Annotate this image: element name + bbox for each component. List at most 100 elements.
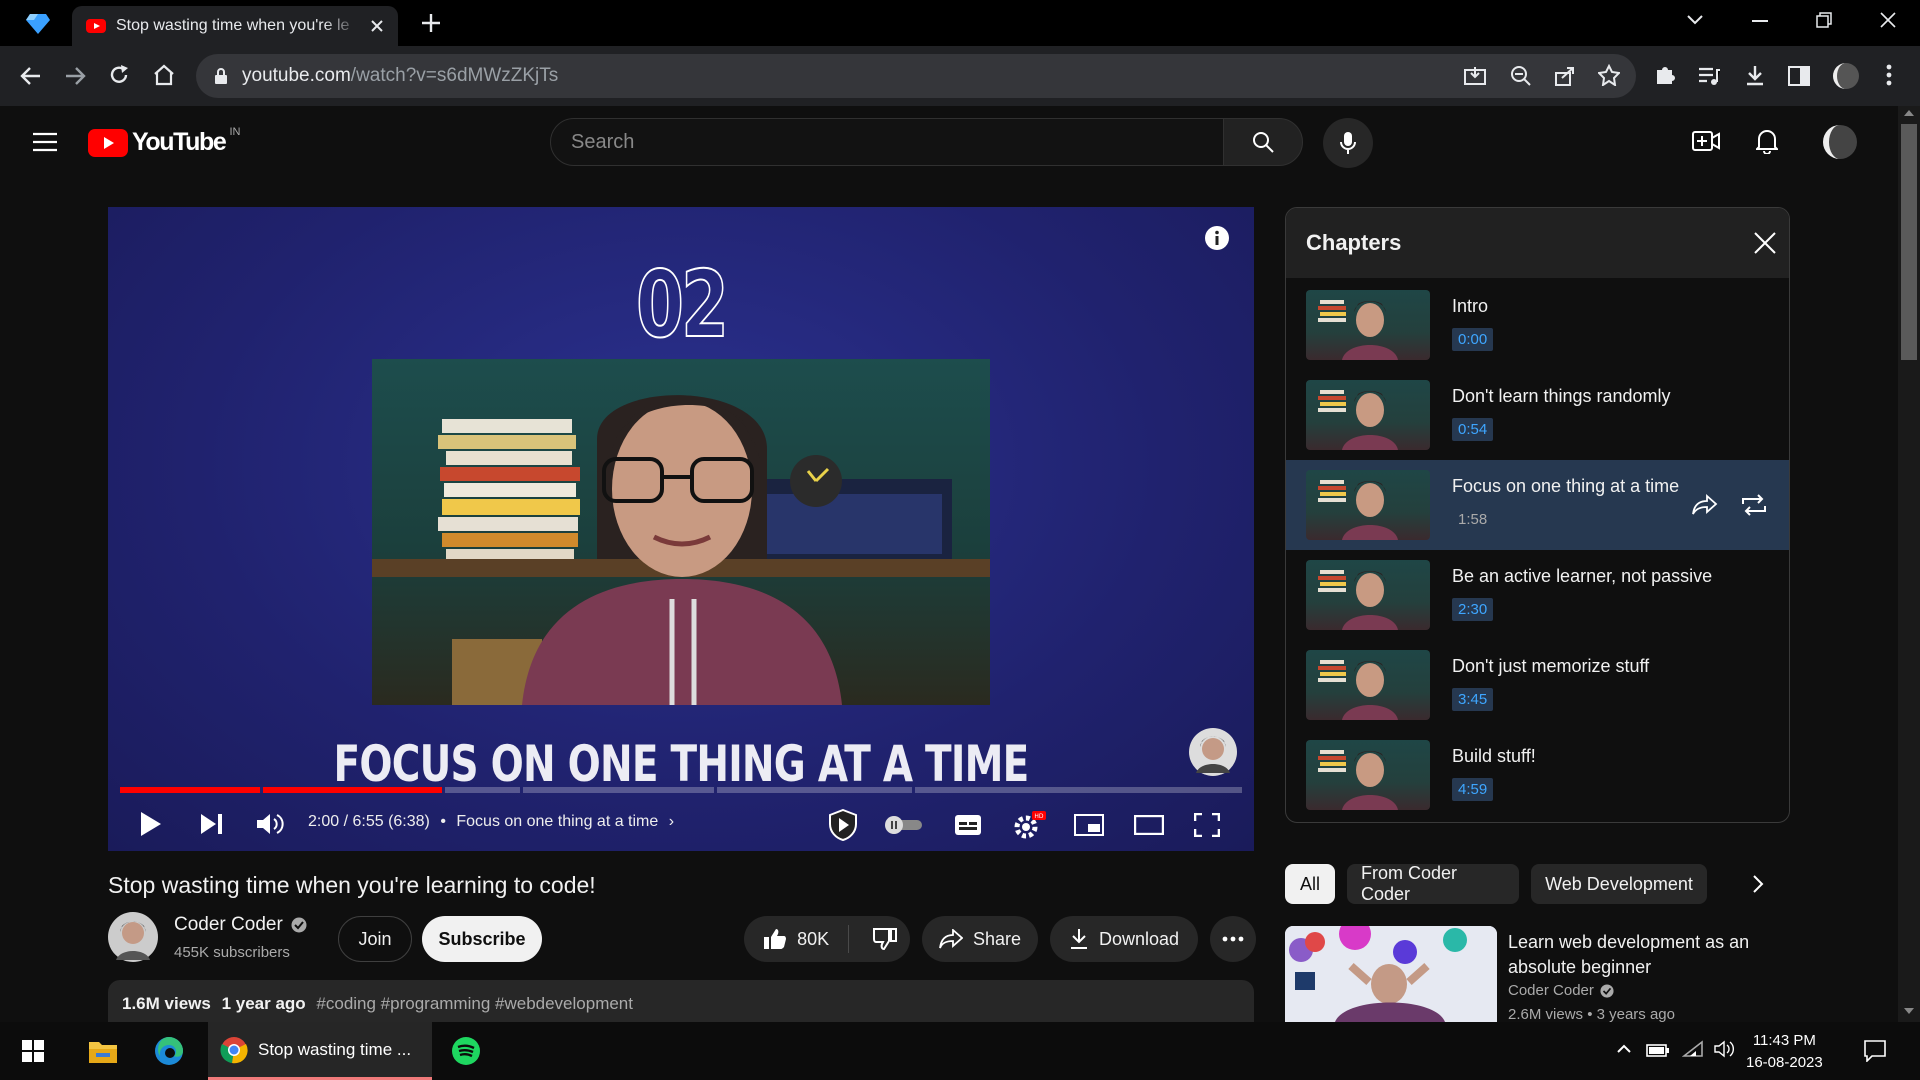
browser-profile-avatar[interactable] [1832,62,1860,90]
install-app-icon[interactable] [1464,66,1486,86]
speaker-volume-icon[interactable] [1714,1040,1736,1058]
tray-overflow-chevron-icon[interactable] [1616,1044,1632,1054]
chapter-item[interactable]: Be an active learner, not passive 2:30 [1286,550,1789,640]
user-avatar[interactable] [1822,124,1858,160]
scroll-down-arrow-icon[interactable] [1904,1008,1914,1014]
notifications-bell-icon[interactable] [1756,128,1778,154]
back-arrow-icon[interactable] [20,66,42,86]
extensions-puzzle-icon[interactable] [1654,64,1676,86]
zoom-icon[interactable] [1510,65,1532,87]
loop-chapter-icon[interactable] [1740,492,1768,518]
youtube-logo[interactable]: YouTube IN [88,126,240,157]
search-button[interactable] [1223,118,1303,166]
chapter-timestamp[interactable]: 0:00 [1452,328,1494,351]
chapter-timestamp[interactable]: 3:45 [1452,688,1494,711]
close-chapters-icon[interactable] [1754,232,1776,254]
like-button[interactable]: 80K [744,925,850,953]
share-chapter-icon[interactable] [1692,494,1718,516]
voice-search-button[interactable] [1323,118,1373,168]
side-panel-icon[interactable] [1788,66,1810,86]
address-bar[interactable]: youtube.com/watch?v=s6dMWzZKjTs [196,54,1636,98]
chapter-item[interactable]: Intro 0:00 [1286,280,1789,370]
join-button[interactable]: Join [338,916,412,962]
subtitles-icon[interactable] [954,814,982,836]
scrollbar-thumb[interactable] [1901,124,1917,360]
chevron-right-icon[interactable]: › [669,813,674,830]
chapter-item[interactable]: Build stuff! 4:59 [1286,730,1789,820]
chapter-item[interactable]: Don't learn things randomly 0:54 [1286,370,1789,460]
video-progress-bar[interactable] [120,787,1242,793]
window-close-icon[interactable] [1880,12,1896,28]
media-queue-icon[interactable] [1698,66,1720,86]
video-title: Stop wasting time when you're learning t… [108,872,596,898]
chapter-timestamp[interactable]: 4:59 [1452,778,1494,801]
verified-badge-icon [1600,983,1614,998]
chip-all[interactable]: All [1285,864,1335,904]
volume-icon[interactable] [256,812,284,836]
windows-start-icon[interactable] [22,1040,44,1062]
miniplayer-icon[interactable] [1074,814,1104,836]
next-video-icon[interactable] [200,813,224,835]
hamburger-menu-icon[interactable] [32,132,58,152]
chapter-item-active[interactable]: Focus on one thing at a time 1:58 [1286,460,1789,550]
download-button[interactable]: Download [1050,916,1198,962]
spotify-icon[interactable] [451,1036,481,1066]
taskbar-chrome-window[interactable]: Stop wasting time ... [208,1022,432,1080]
create-video-icon[interactable] [1692,130,1720,152]
browser-tab-active[interactable]: Stop wasting time when you're le [72,6,398,46]
restore-icon[interactable] [1816,12,1832,28]
settings-gear-icon[interactable]: HD [1014,811,1048,839]
channel-watermark-avatar[interactable] [1188,727,1238,777]
share-button[interactable]: Share [922,916,1038,962]
description-box[interactable]: 1.6M views 1 year ago #coding #programmi… [108,980,1254,1022]
chip-from-channel[interactable]: From Coder Coder [1347,863,1519,904]
chapter-timestamp[interactable]: 2:30 [1452,598,1494,621]
shield-extension-icon[interactable] [828,809,858,841]
reload-icon[interactable] [108,64,130,86]
home-icon[interactable] [152,64,176,86]
recommendation-channel-row[interactable]: Coder Coder [1508,982,1614,999]
info-icon[interactable] [1204,225,1230,251]
more-actions-button[interactable] [1210,916,1256,962]
downloads-icon[interactable] [1744,64,1766,86]
video-player[interactable]: 02 FOCUS ON ONE THING AT A TIME 2:00 / 6… [108,207,1254,851]
chapter-timestamp[interactable]: 1:58 [1452,508,1493,531]
url-text[interactable]: youtube.com/watch?v=s6dMWzZKjTs [242,65,558,87]
chapter-item[interactable]: Don't just memorize stuff 3:45 [1286,640,1789,730]
channel-avatar[interactable] [108,912,158,962]
new-tab-plus-icon[interactable] [420,12,442,34]
channel-name[interactable]: Coder Coder [174,914,283,936]
theater-mode-icon[interactable] [1134,815,1164,835]
system-clock[interactable]: 11:43 PM 16-08-2023 [1746,1030,1823,1074]
bookmark-star-icon[interactable] [1598,64,1620,86]
recommendation-thumbnail[interactable] [1285,926,1497,1022]
browser-menu-icon[interactable] [1886,64,1892,86]
dislike-button[interactable] [859,928,910,950]
wifi-icon[interactable] [1682,1040,1704,1058]
share-page-icon[interactable] [1554,65,1576,87]
channel-name-row[interactable]: Coder Coder [174,914,307,936]
chapter-timestamp[interactable]: 0:54 [1452,418,1494,441]
minimize-icon[interactable] [1752,20,1768,22]
tab-close-icon[interactable] [370,19,384,33]
notification-center-icon[interactable] [1864,1040,1886,1062]
fullscreen-icon[interactable] [1194,813,1220,837]
hashtags[interactable]: #coding #programming #webdevelopment [316,994,633,1013]
recommendation-title[interactable]: Learn web development as an absolute beg… [1508,930,1749,980]
chips-next-chevron-icon[interactable] [1752,874,1764,894]
subscribe-button[interactable]: Subscribe [422,916,542,962]
autoplay-toggle[interactable] [882,815,924,835]
chip-web-development[interactable]: Web Development [1531,864,1707,904]
file-explorer-icon[interactable] [88,1038,118,1064]
lock-icon[interactable] [214,67,228,85]
scroll-up-arrow-icon[interactable] [1904,110,1914,116]
battery-icon[interactable] [1646,1042,1670,1058]
browser-profile-gem-icon[interactable] [26,12,50,34]
page-scrollbar[interactable] [1898,106,1920,1022]
forward-arrow-icon[interactable] [64,66,86,86]
tab-search-chevron-icon[interactable] [1686,14,1704,26]
edge-browser-icon[interactable] [154,1036,184,1066]
play-icon[interactable] [140,811,162,837]
search-input[interactable]: Search [550,118,1224,166]
current-chapter-link[interactable]: Focus on one thing at a time [456,813,658,830]
